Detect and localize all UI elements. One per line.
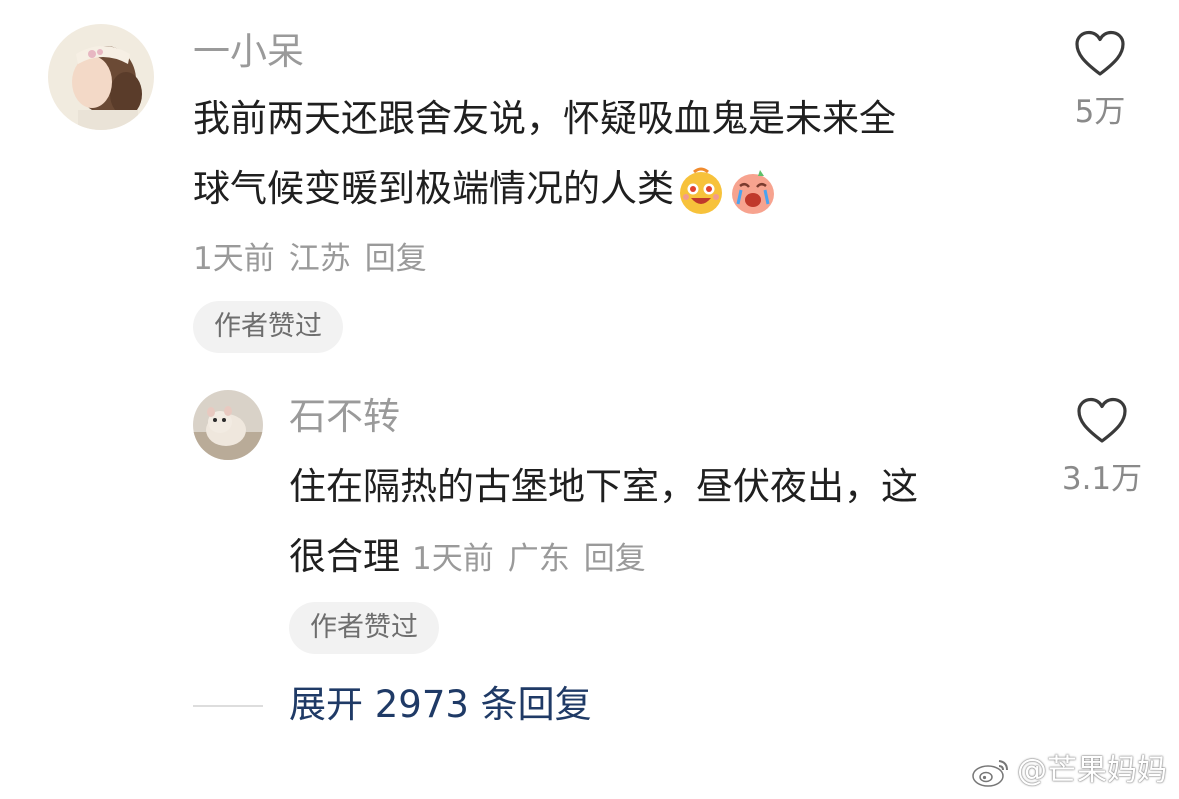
like-group: 3.1万 [1052,397,1152,497]
reply-username[interactable]: 石不转 [289,397,400,437]
like-count: 5万 [1074,94,1126,130]
comment-text: 我前两天还跟舍友说，怀疑吸血鬼是未来全 球气候变暖到极端情况的人类 [193,84,1043,224]
user-avatar[interactable] [193,390,263,460]
like-group: 5万 [1058,30,1142,130]
user-avatar[interactable] [48,24,154,130]
reply-location: 广东 [507,541,570,577]
weibo-logo-icon [972,759,1008,787]
reply-meta: 1天前 广东 回复 [412,541,660,577]
reply-text: 住在隔热的古堡地下室，昼伏夜出，这 很合理 1天前 广东 回复 [289,452,1049,594]
comment-text-line: 我前两天还跟舍友说，怀疑吸血鬼是未来全 [193,97,896,140]
reply-text-line: 住在隔热的古堡地下室，昼伏夜出，这 [289,465,918,508]
comment-text-line-with-emoji: 球气候变暖到极端情况的人类 [193,154,1043,224]
heart-icon[interactable] [1074,30,1126,78]
author-liked-badge: 作者赞过 [193,301,343,353]
watermark-text: @芒果妈妈 [1017,753,1167,788]
author-liked-badge: 作者赞过 [289,602,439,654]
comment-text-segment: 球气候变暖到极端情况的人类 [193,167,674,210]
reply-button[interactable]: 回复 [365,241,427,277]
expand-divider [193,705,263,707]
comment-location: 江苏 [288,241,351,277]
like-count: 3.1万 [1061,461,1143,497]
heart-icon[interactable] [1076,397,1128,445]
reply-text-line-with-meta: 很合理 1天前 广东 回复 [289,522,1049,594]
reply-text-segment: 很合理 [289,535,400,578]
comment-username[interactable]: 一小呆 [193,32,304,72]
comment-meta: 1天前 江苏 回复 [193,233,441,278]
comment-section: 一小呆 我前两天还跟舍友说，怀疑吸血鬼是未来全 球气候变暖到极端情况的人类 1天… [0,0,1179,799]
reply-button[interactable]: 回复 [584,541,646,577]
happy-cheering-emoji-icon [680,167,722,214]
reply-time: 1天前 [412,541,494,577]
comment-time: 1天前 [193,241,275,277]
watermark: @芒果妈妈 [971,745,1167,789]
crying-laughing-emoji-icon [732,169,774,214]
expand-replies-button[interactable]: 展开 2973 条回复 [289,683,592,727]
